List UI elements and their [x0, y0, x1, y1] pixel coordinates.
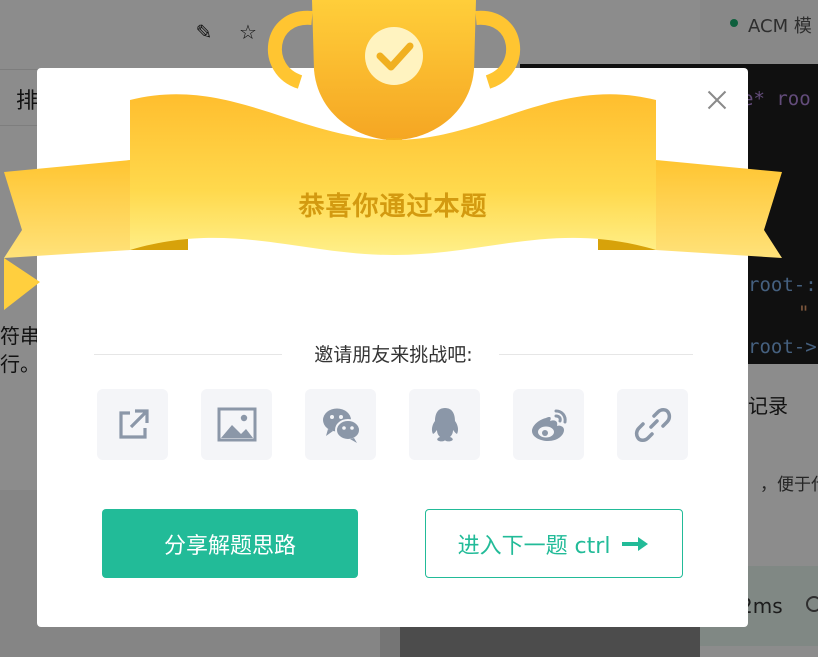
- external-share-button[interactable]: [97, 389, 168, 460]
- share-icons: [97, 389, 689, 461]
- image-icon: [217, 407, 256, 441]
- invite-text: 邀请朋友来挑战吧:: [314, 344, 473, 366]
- wechat-share-button[interactable]: [305, 389, 376, 460]
- share-solution-button[interactable]: 分享解题思路: [102, 509, 358, 578]
- congrats-title: 恭喜你通过本题: [298, 192, 488, 222]
- weibo-share-button[interactable]: [513, 389, 584, 460]
- invite-row: 邀请朋友来挑战吧:: [94, 340, 693, 370]
- link-share-button[interactable]: [617, 389, 688, 460]
- weibo-icon: [531, 409, 567, 441]
- next-problem-button[interactable]: 进入下一题 ctrl: [425, 509, 683, 578]
- share-solution-label: 分享解题思路: [163, 533, 296, 559]
- qq-share-button[interactable]: [409, 389, 480, 460]
- external-link-icon: [118, 408, 149, 439]
- close-icon[interactable]: [705, 88, 729, 112]
- qq-icon: [431, 407, 458, 441]
- next-problem-label: 进入下一题 ctrl: [457, 533, 611, 559]
- wechat-icon: [322, 408, 361, 443]
- link-icon: [634, 407, 671, 442]
- image-share-button[interactable]: [201, 389, 272, 460]
- arrow-right-icon: [622, 536, 649, 551]
- trophy-ribbon-icon: [4, 0, 782, 310]
